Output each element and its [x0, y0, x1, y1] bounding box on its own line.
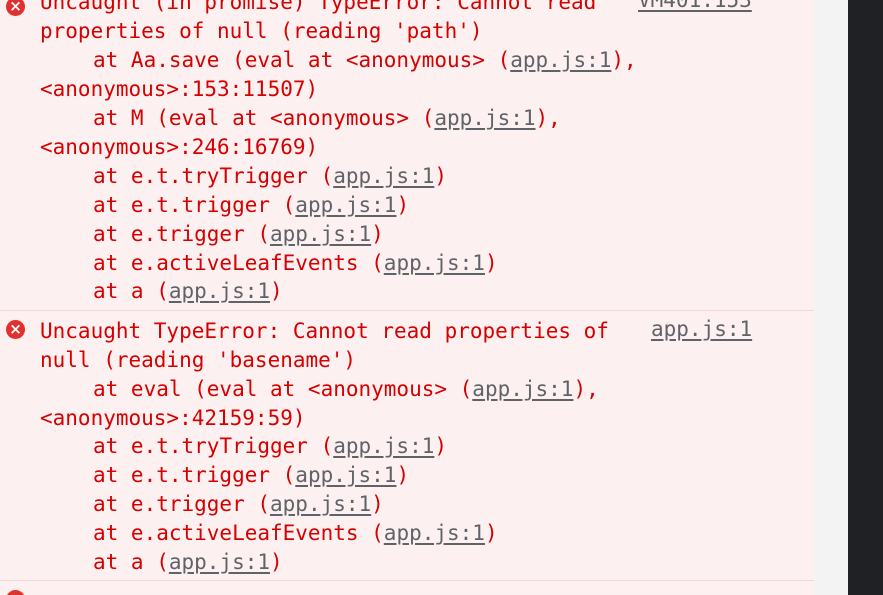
stack-frame-line: at e.trigger (app.js:1) [93, 222, 384, 246]
console-error-entry: × [0, 580, 814, 595]
stack-frame-link[interactable]: app.js:1 [333, 434, 434, 458]
devtools-console-viewport: × VM401:153 Uncaught (in promise) TypeEr… [0, 0, 883, 595]
error-message-line: properties of null (reading 'path') [40, 19, 483, 43]
stack-frame-line: <anonymous>:42159:59) [40, 406, 306, 430]
console-messages[interactable]: × VM401:153 Uncaught (in promise) TypeEr… [0, 0, 814, 595]
error-message-line: Uncaught TypeError: Cannot read properti… [40, 319, 609, 343]
error-circle-icon: × [6, 0, 25, 16]
stack-frame-link[interactable]: app.js:1 [510, 48, 611, 72]
side-panel-edge [848, 0, 883, 595]
stack-frame-link[interactable]: app.js:1 [270, 492, 371, 516]
stack-frame-line: at e.t.trigger (app.js:1) [93, 463, 410, 487]
console-scrollbar-gutter[interactable] [814, 0, 848, 595]
error-circle-icon: × [6, 320, 25, 339]
stack-frame-line: at e.trigger (app.js:1) [93, 492, 384, 516]
error-message-line: Uncaught (in promise) TypeError: Cannot … [40, 0, 597, 14]
stack-frame-link[interactable]: app.js:1 [295, 463, 396, 487]
stack-frame-link[interactable]: app.js:1 [295, 193, 396, 217]
stack-frame-line: at eval (eval at <anonymous> (app.js:1), [93, 377, 599, 401]
stack-frame-line: at e.t.tryTrigger (app.js:1) [93, 164, 448, 188]
source-link[interactable]: app.js:1 [651, 317, 752, 341]
error-message-line: null (reading 'basename') [40, 348, 357, 372]
console-error-entry: × VM401:153 Uncaught (in promise) TypeEr… [0, 0, 814, 310]
stack-frame-link[interactable]: app.js:1 [169, 279, 270, 303]
stack-frame-line: at e.activeLeafEvents (app.js:1) [93, 251, 498, 275]
stack-frame-line: <anonymous>:246:16769) [40, 135, 319, 159]
error-circle-icon: × [6, 590, 25, 595]
stack-frame-line: at e.t.tryTrigger (app.js:1) [93, 434, 448, 458]
console-error-entry: × app.js:1 Uncaught TypeError: Cannot re… [0, 310, 814, 580]
stack-frame-line: at a (app.js:1) [93, 550, 283, 574]
stack-frame-line: at e.t.trigger (app.js:1) [93, 193, 410, 217]
stack-frame-line: at Aa.save (eval at <anonymous> (app.js:… [93, 48, 637, 72]
stack-frame-line: at e.activeLeafEvents (app.js:1) [93, 521, 498, 545]
stack-frame-link[interactable]: app.js:1 [472, 377, 573, 401]
stack-frame-link[interactable]: app.js:1 [333, 164, 434, 188]
stack-frame-line: at a (app.js:1) [93, 279, 283, 303]
stack-frame-link[interactable]: app.js:1 [384, 521, 485, 545]
stack-frame-link[interactable]: app.js:1 [169, 550, 270, 574]
stack-frame-link[interactable]: app.js:1 [434, 106, 535, 130]
source-link[interactable]: VM401:153 [638, 0, 752, 12]
stack-frame-link[interactable]: app.js:1 [384, 251, 485, 275]
stack-frame-line: <anonymous>:153:11507) [40, 77, 319, 101]
stack-frame-line: at M (eval at <anonymous> (app.js:1), [93, 106, 561, 130]
stack-frame-link[interactable]: app.js:1 [270, 222, 371, 246]
